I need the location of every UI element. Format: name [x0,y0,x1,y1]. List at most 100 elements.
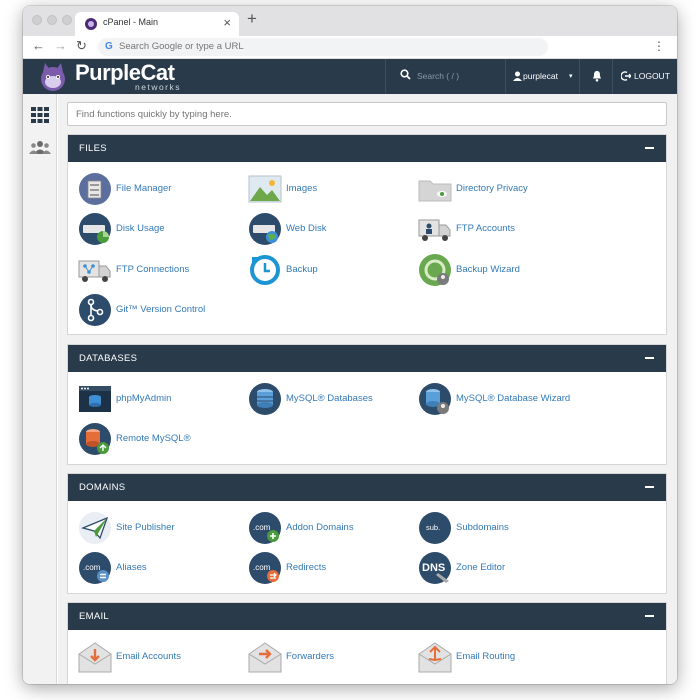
redirects-label: Redirects [286,562,327,573]
aliases-badge: .com [83,563,101,572]
backup-wizard-label: Backup Wizard [456,264,520,275]
disk-usage-link[interactable]: Disk Usage [78,212,248,246]
git-icon [79,294,111,326]
disk-usage-icon [79,213,111,245]
new-tab-button[interactable]: + [247,9,257,29]
grid-apps-icon[interactable] [31,107,49,123]
domains-panel-header[interactable]: DOMAINS [68,474,666,501]
browser-toolbar: ← → ↻ G Search Google or type a URL ⋮ [23,36,677,59]
forward-button[interactable]: → [54,38,67,53]
git-version-control-link[interactable]: Git™ Version Control [78,293,248,327]
favicon-icon [85,18,97,30]
collapse-icon[interactable] [645,147,654,149]
collapse-icon[interactable] [645,357,654,359]
backup-wizard-link[interactable]: Backup Wizard [418,253,588,287]
mysql-databases-label: MySQL® Databases [286,393,373,404]
remote-mysql-icon [79,423,111,455]
email-accounts-link[interactable]: Email Accounts [78,640,248,674]
aliases-label: Aliases [116,562,147,573]
cat-logo-icon[interactable] [37,62,69,92]
cpanel-header: PurpleCat networks Search ( / ) purpleca… [23,59,677,94]
username: purplecat [523,71,558,81]
header-search[interactable]: Search ( / ) [385,59,505,94]
email-panel: EMAIL Email Accounts Forwarders Email Ro… [67,602,667,684]
backup-link[interactable]: Backup [248,253,418,287]
email-panel-title: EMAIL [79,611,110,622]
addon-domains-icon: .com [249,512,281,544]
images-icon [248,175,282,203]
git-version-control-label: Git™ Version Control [116,304,206,315]
reload-button[interactable]: ↻ [76,38,87,54]
logout-button[interactable]: LOGOUT [634,71,670,81]
files-panel-header[interactable]: FILES [68,135,666,162]
aliases-link[interactable]: .com Aliases [78,551,248,585]
ftp-connections-icon [78,260,111,282]
redirects-link[interactable]: .com Redirects [248,551,418,585]
tab-close-icon[interactable]: × [223,15,231,30]
mysql-databases-link[interactable]: MySQL® Databases [248,382,418,416]
zone-editor-icon: DNS [419,552,451,584]
ftp-connections-label: FTP Connections [116,264,190,275]
subdomains-label: Subdomains [456,522,509,533]
email-routing-label: Email Routing [456,651,516,662]
quick-search-input[interactable] [67,102,667,126]
file-manager-link[interactable]: File Manager [78,172,248,206]
redirects-icon: .com [249,552,281,584]
header-search-placeholder: Search ( / ) [417,71,460,81]
phpmyadmin-link[interactable]: phpMyAdmin [78,382,248,416]
browser-tab[interactable]: cPanel - Main × [75,12,239,36]
subdomains-link[interactable]: sub. Subdomains [418,511,588,545]
close-window-dot[interactable] [32,15,42,25]
google-icon: G [105,41,113,52]
images-link[interactable]: Images [248,172,418,206]
ftp-connections-link[interactable]: FTP Connections [78,253,248,287]
user-icon [513,71,522,81]
mysql-database-wizard-link[interactable]: MySQL® Database Wizard [418,382,588,416]
zone-editor-link[interactable]: DNS Zone Editor [418,551,588,585]
bell-icon [593,71,601,82]
email-routing-link[interactable]: Email Routing [418,640,588,674]
forwarders-link[interactable]: Forwarders [248,640,418,674]
ftp-accounts-link[interactable]: FTP Accounts [418,212,588,246]
browser-menu-icon[interactable]: ⋮ [653,39,665,53]
aliases-icon: .com [79,552,111,584]
domains-panel: DOMAINS Site Publisher .com Addon Domain… [67,473,667,594]
sidebar [23,94,57,684]
notifications-button[interactable] [579,59,613,94]
images-label: Images [286,183,318,194]
web-disk-label: Web Disk [286,223,327,234]
directory-privacy-link[interactable]: Directory Privacy [418,172,588,206]
collapse-icon[interactable] [645,486,654,488]
backup-wizard-icon [419,254,451,286]
browser-window: cPanel - Main × + ← → ↻ G Search Google … [23,6,677,684]
site-publisher-link[interactable]: Site Publisher [78,511,248,545]
directory-privacy-label: Directory Privacy [456,183,528,194]
email-routing-icon [418,642,452,673]
directory-privacy-icon [418,180,452,202]
address-bar[interactable]: G Search Google or type a URL [98,38,548,56]
collapse-icon[interactable] [645,615,654,617]
back-button[interactable]: ← [32,38,45,53]
email-accounts-label: Email Accounts [116,651,181,662]
databases-panel-header[interactable]: DATABASES [68,345,666,372]
search-icon [400,69,411,80]
user-menu[interactable]: purplecat ▾ [505,59,579,94]
backup-label: Backup [286,264,318,275]
remote-mysql-link[interactable]: Remote MySQL® [78,422,248,456]
address-placeholder: Search Google or type a URL [119,41,244,52]
maximize-window-dot[interactable] [62,15,72,25]
redirects-badge: .com [253,563,271,572]
files-panel: FILES File Manager Images Directory Priv… [67,134,667,335]
forwarders-icon [248,642,282,673]
minimize-window-dot[interactable] [47,15,57,25]
databases-panel-title: DATABASES [79,353,138,364]
web-disk-link[interactable]: Web Disk [248,212,418,246]
mysql-database-wizard-label: MySQL® Database Wizard [456,393,571,404]
mysql-wizard-icon [419,383,451,415]
users-icon[interactable] [29,140,51,154]
phpmyadmin-label: phpMyAdmin [116,393,172,404]
tab-strip: cPanel - Main × + [23,6,677,36]
email-panel-header[interactable]: EMAIL [68,603,666,630]
logout-icon [621,71,631,81]
addon-domains-link[interactable]: .com Addon Domains [248,511,418,545]
